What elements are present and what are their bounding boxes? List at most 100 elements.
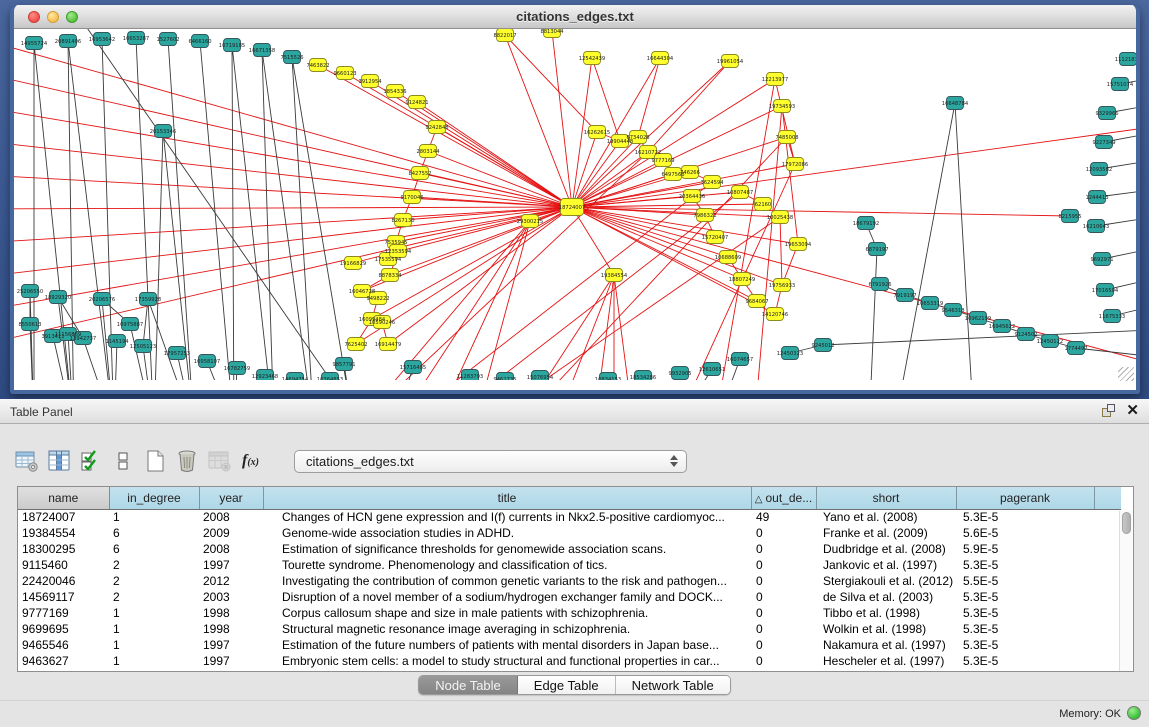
column-header-year[interactable]: year bbox=[199, 487, 263, 509]
svg-text:8267130: 8267130 bbox=[391, 218, 414, 224]
svg-text:10719185: 10719185 bbox=[219, 43, 245, 49]
close-panel-icon[interactable]: ✕ bbox=[1126, 404, 1139, 418]
network-window[interactable]: citations_edges.txt 18724007193845542930… bbox=[10, 5, 1140, 394]
svg-text:19734593: 19734593 bbox=[769, 104, 795, 110]
svg-text:20153346: 20153346 bbox=[150, 129, 176, 135]
table-row[interactable]: 977716911998Corpus callosum shape and si… bbox=[18, 605, 1121, 621]
svg-text:16782759: 16782759 bbox=[224, 366, 250, 372]
svg-text:19756933: 19756933 bbox=[769, 283, 795, 289]
svg-text:16644304: 16644304 bbox=[647, 56, 674, 62]
svg-text:15751074: 15751074 bbox=[1107, 82, 1134, 88]
svg-text:8878334: 8878334 bbox=[378, 273, 402, 279]
row-stack-icon[interactable] bbox=[110, 449, 135, 474]
svg-text:9124821: 9124821 bbox=[405, 100, 428, 106]
svg-text:25206550: 25206550 bbox=[17, 289, 43, 295]
svg-text:14120746: 14120746 bbox=[762, 312, 788, 318]
svg-text:746266: 746266 bbox=[680, 170, 700, 176]
svg-text:16671358: 16671358 bbox=[249, 48, 275, 54]
table-row[interactable]: 1872400712008Changes of HCN gene express… bbox=[18, 509, 1121, 525]
svg-text:7485008: 7485008 bbox=[775, 135, 798, 141]
svg-text:12610651: 12610651 bbox=[699, 367, 725, 373]
svg-text:9245012: 9245012 bbox=[811, 343, 834, 349]
svg-text:6791926: 6791926 bbox=[868, 282, 891, 288]
column-header-name[interactable]: name bbox=[18, 487, 109, 509]
table-row[interactable]: 969969511998Structural magnetic resonanc… bbox=[18, 621, 1121, 637]
svg-text:11675333: 11675333 bbox=[1099, 314, 1125, 320]
show-columns-icon[interactable] bbox=[46, 449, 71, 474]
tab-edge-table[interactable]: Edge Table bbox=[518, 676, 616, 694]
column-header-pagerank[interactable]: pagerank bbox=[956, 487, 1094, 509]
select-rows-icon[interactable] bbox=[78, 449, 103, 474]
svg-text:9170046: 9170046 bbox=[400, 195, 423, 201]
svg-text:10807487: 10807487 bbox=[727, 190, 753, 196]
svg-text:62160: 62160 bbox=[755, 202, 772, 208]
svg-text:12450122: 12450122 bbox=[1037, 339, 1063, 345]
svg-text:10025438: 10025438 bbox=[767, 215, 793, 221]
scrollbar-thumb[interactable] bbox=[1122, 512, 1131, 534]
svg-text:3912954: 3912954 bbox=[358, 79, 382, 85]
table-row[interactable]: 946362711997Embryonic stem cells: a mode… bbox=[18, 653, 1121, 669]
svg-text:18929320: 18929320 bbox=[45, 295, 71, 301]
network-canvas[interactable]: 1872400719384554293002157463822966012339… bbox=[14, 29, 1136, 383]
svg-text:7625402: 7625402 bbox=[344, 342, 367, 348]
svg-text:12505123: 12505123 bbox=[130, 344, 156, 350]
svg-text:15720407: 15720407 bbox=[702, 235, 728, 241]
svg-text:10590246: 10590246 bbox=[369, 320, 395, 326]
column-header-out_de[interactable]: △out_de... bbox=[751, 487, 816, 509]
svg-text:7535945: 7535945 bbox=[384, 240, 407, 246]
window-title: citations_edges.txt bbox=[14, 9, 1136, 24]
svg-text:9684067: 9684067 bbox=[745, 299, 768, 305]
svg-text:8215955: 8215955 bbox=[1058, 214, 1081, 220]
svg-text:19961054: 19961054 bbox=[717, 59, 744, 65]
svg-text:7463822: 7463822 bbox=[306, 63, 329, 69]
svg-text:9857791: 9857791 bbox=[332, 362, 355, 368]
svg-text:9546318: 9546318 bbox=[941, 308, 964, 314]
table-row[interactable]: 946554611997Estimation of the future num… bbox=[18, 637, 1121, 653]
new-column-icon[interactable] bbox=[142, 449, 167, 474]
svg-text:12450323: 12450323 bbox=[777, 351, 803, 357]
svg-text:8550613: 8550613 bbox=[18, 322, 41, 328]
resize-grip[interactable] bbox=[1118, 367, 1134, 381]
svg-text:11283793: 11283793 bbox=[457, 374, 483, 380]
svg-text:18534286: 18534286 bbox=[630, 375, 656, 380]
svg-text:16074657: 16074657 bbox=[727, 357, 753, 363]
float-panel-icon[interactable] bbox=[1102, 404, 1116, 418]
svg-text:8822017: 8822017 bbox=[493, 33, 516, 39]
table-mode-icon[interactable] bbox=[14, 449, 39, 474]
svg-text:9227349: 9227349 bbox=[1092, 140, 1115, 146]
desktop-background: citations_edges.txt 18724007193845542930… bbox=[0, 0, 1149, 399]
svg-text:17535594: 17535594 bbox=[375, 257, 402, 263]
svg-text:17016504: 17016504 bbox=[1092, 288, 1119, 294]
tab-node-table[interactable]: Node Table bbox=[419, 676, 518, 694]
table-select[interactable]: citations_edges.txt bbox=[294, 450, 687, 473]
svg-text:18807249: 18807249 bbox=[729, 277, 755, 283]
table-scrollbar[interactable] bbox=[1119, 511, 1132, 671]
column-header-short[interactable]: short bbox=[816, 487, 956, 509]
svg-text:19384554: 19384554 bbox=[601, 273, 628, 279]
svg-text:16262615: 16262615 bbox=[584, 130, 610, 136]
svg-text:12093582: 12093582 bbox=[1086, 167, 1112, 173]
node-table[interactable]: namein_degreeyeartitle△out_de...shortpag… bbox=[17, 486, 1134, 672]
svg-text:16210722: 16210722 bbox=[635, 150, 661, 156]
table-row[interactable]: 1830029562008Estimation of significance … bbox=[18, 541, 1121, 557]
table-row[interactable]: 1938455462009Genome-wide association stu… bbox=[18, 525, 1121, 541]
svg-text:9660123: 9660123 bbox=[333, 71, 356, 77]
combo-arrows-icon bbox=[670, 455, 678, 467]
table-toolbar: f(x) citations_edges.txt bbox=[14, 445, 687, 477]
column-header-in_degree[interactable]: in_degree bbox=[109, 487, 199, 509]
delete-column-icon[interactable] bbox=[174, 449, 199, 474]
table-row[interactable]: 911546021997Tourette syndrome. Phenomeno… bbox=[18, 557, 1121, 573]
column-header-title[interactable]: title bbox=[263, 487, 751, 509]
svg-text:16914479: 16914479 bbox=[375, 342, 401, 348]
network-window-titlebar[interactable]: citations_edges.txt bbox=[14, 5, 1136, 29]
svg-text:14694754: 14694754 bbox=[282, 377, 309, 380]
svg-text:6734028: 6734028 bbox=[626, 135, 649, 141]
svg-text:29300215: 29300215 bbox=[517, 219, 543, 225]
svg-text:9462735: 9462735 bbox=[493, 377, 516, 380]
function-builder-icon[interactable]: f(x) bbox=[238, 449, 263, 474]
tab-network-table[interactable]: Network Table bbox=[616, 676, 730, 694]
table-row[interactable]: 1456911722003Disruption of a novel membe… bbox=[18, 589, 1121, 605]
table-row[interactable]: 2242004622012Investigating the contribut… bbox=[18, 573, 1121, 589]
svg-text:10958107: 10958107 bbox=[194, 359, 220, 365]
svg-text:16046728: 16046728 bbox=[349, 289, 375, 295]
